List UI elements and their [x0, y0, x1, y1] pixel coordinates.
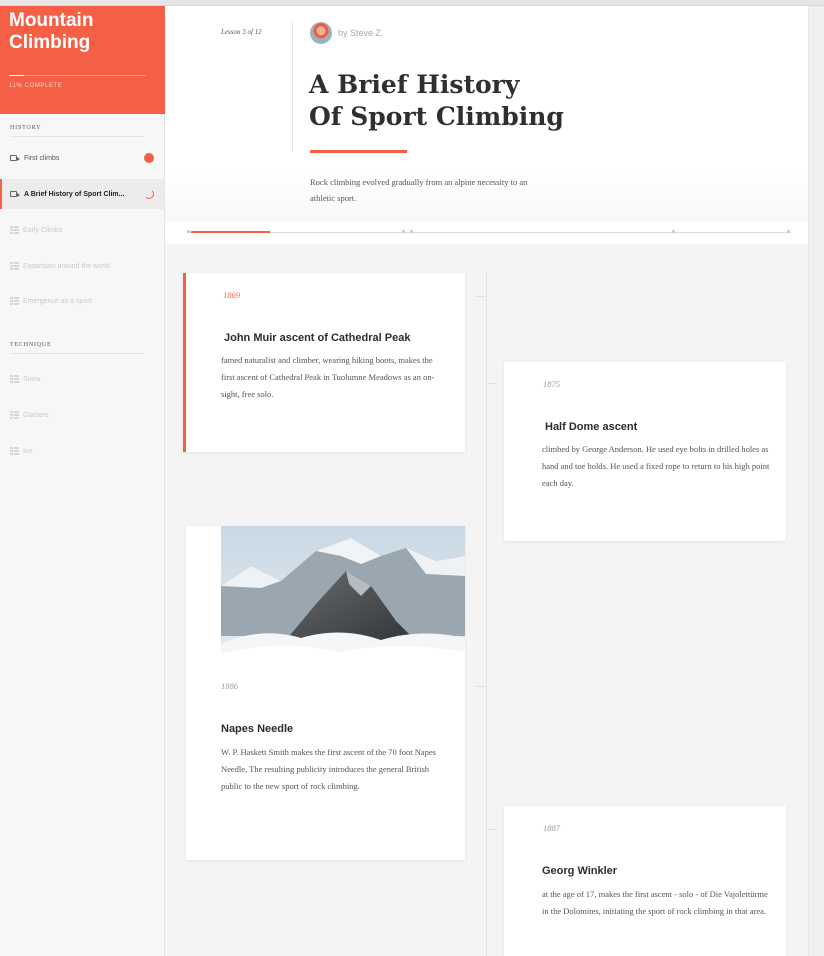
header-divider [292, 22, 293, 152]
sidebar-item-brief-history[interactable]: A Brief History of Sport Clim... [0, 179, 164, 209]
event-title: Georg Winkler [542, 865, 618, 877]
lesson-progress-fill [191, 231, 270, 233]
progress-marker[interactable] [410, 230, 413, 233]
sidebar-item-label: Glaciers [23, 411, 49, 419]
sidebar-item-label: Expansion around the world [23, 262, 110, 270]
list-icon [10, 297, 19, 305]
event-title: John Muir ascent of Cathedral Peak [224, 332, 411, 344]
progress-marker[interactable] [787, 230, 790, 233]
timeline-event-card[interactable]: 1886 Napes Needle W. P. Haskett Smith ma… [186, 526, 465, 860]
video-icon [10, 191, 20, 197]
page-scrollbar[interactable] [808, 6, 824, 956]
section-title-technique: TECHNIQUE [10, 342, 52, 348]
mountain-peak-photo [221, 526, 465, 670]
author-name[interactable]: by Steve Z. [338, 28, 384, 38]
sidebar-item-label: Emergence as a sport [23, 297, 92, 305]
list-icon [10, 375, 19, 383]
event-text: climbed by George Anderson. He used eye … [542, 444, 770, 488]
sidebar-item-label: Ice [23, 447, 33, 455]
sidebar-item-early-climbs[interactable]: Early Climbs [0, 215, 164, 245]
progress-marker[interactable] [672, 230, 675, 233]
course-title: Mountain Climbing [9, 10, 93, 54]
section-divider [10, 136, 144, 137]
lesson-title-line2: Of Sport Climbing [309, 102, 564, 131]
lesson-header: Lesson 3 of 12 by Steve Z. A Brief Histo… [165, 6, 808, 244]
sidebar-item-snow[interactable]: Snow [0, 364, 164, 394]
video-icon [10, 155, 20, 161]
section-divider [10, 353, 144, 354]
timeline-event-card[interactable]: 1869 John Muir ascent of Cathedral Peak … [183, 273, 465, 452]
sidebar-item-label: Early Climbs [23, 226, 63, 234]
event-title: Napes Needle [221, 723, 294, 735]
sidebar-item-first-climbs[interactable]: First climbs [0, 143, 164, 173]
timeline-tick [487, 829, 497, 830]
progress-marker[interactable] [187, 230, 190, 233]
event-year: 1875 [543, 379, 560, 389]
timeline-tick [487, 383, 497, 384]
timeline-event-card[interactable]: 1875 Half Dome ascent climbed by George … [504, 362, 786, 541]
event-title: Half Dome ascent [545, 421, 638, 433]
course-title-line2: Climbing [9, 32, 91, 53]
sidebar-item-label: Snow [23, 375, 41, 383]
author-avatar[interactable] [310, 22, 332, 44]
timeline-axis [486, 272, 487, 956]
progress-ring-icon [144, 189, 154, 199]
event-year: 1886 [221, 681, 238, 691]
lesson-description: Rock climbing evolved gradually from an … [310, 177, 528, 203]
course-title-line1: Mountain [9, 10, 94, 31]
event-year: 1887 [543, 823, 560, 833]
sidebar-item-expansion[interactable]: Expansion around the world [0, 251, 164, 281]
course-complete-label: 11% COMPLETE [9, 83, 63, 89]
event-text: famed naturalist and climber, wearing hi… [221, 355, 435, 399]
event-year: 1869 [223, 290, 240, 300]
title-accent-bar [310, 150, 407, 153]
sidebar-item-glaciers[interactable]: Glaciers [0, 400, 164, 430]
lesson-progress-track[interactable] [187, 232, 791, 233]
course-sidebar: Mountain Climbing 11% COMPLETE HISTORY F… [0, 6, 165, 956]
progress-marker[interactable] [402, 230, 405, 233]
course-header[interactable]: Mountain Climbing 11% COMPLETE [0, 6, 165, 114]
lesson-title-line1: A Brief History [309, 70, 520, 99]
event-text: W. P. Haskett Smith makes the first asce… [221, 747, 436, 791]
timeline-event-card[interactable]: 1887 Georg Winkler at the age of 17, mak… [504, 806, 786, 956]
complete-status-icon [144, 153, 154, 163]
list-icon [10, 262, 19, 270]
course-progress-fill [9, 75, 25, 76]
lesson-number: Lesson 3 of 12 [221, 28, 262, 36]
sidebar-item-emergence[interactable]: Emergence as a sport [0, 286, 164, 316]
course-progress-bar [9, 75, 146, 76]
list-icon [10, 411, 19, 419]
list-icon [10, 447, 19, 455]
lesson-title: A Brief History Of Sport Climbing [309, 69, 609, 133]
section-title-history: HISTORY [10, 125, 42, 131]
sidebar-item-label: A Brief History of Sport Clim... [24, 190, 125, 198]
sidebar-item-label: First climbs [24, 154, 60, 162]
sidebar-item-ice[interactable]: Ice [0, 436, 164, 466]
list-icon [10, 226, 19, 234]
timeline-tick [476, 686, 486, 687]
event-text: at the age of 17, makes the first ascent… [542, 889, 768, 916]
timeline-tick [476, 296, 486, 297]
